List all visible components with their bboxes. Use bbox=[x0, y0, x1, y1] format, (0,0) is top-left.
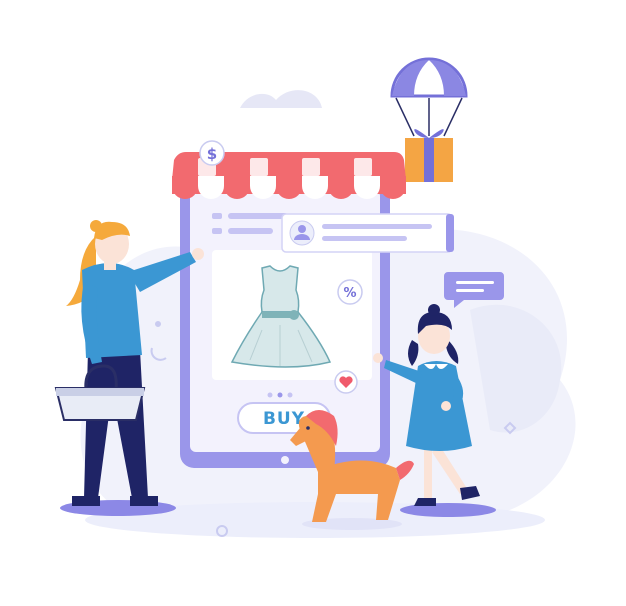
user-avatar-icon bbox=[289, 220, 315, 246]
online-shopping-illustration: $ % BUY bbox=[54, 57, 576, 538]
dollar-icon: $ bbox=[199, 140, 225, 166]
percent-symbol: % bbox=[343, 286, 356, 301]
percent-icon: % bbox=[337, 279, 363, 305]
buy-button-label: BUY bbox=[263, 409, 305, 429]
user-info-card bbox=[281, 213, 454, 253]
cloud-shape bbox=[240, 90, 322, 108]
heart-icon bbox=[334, 370, 358, 394]
dollar-symbol: $ bbox=[207, 145, 217, 163]
